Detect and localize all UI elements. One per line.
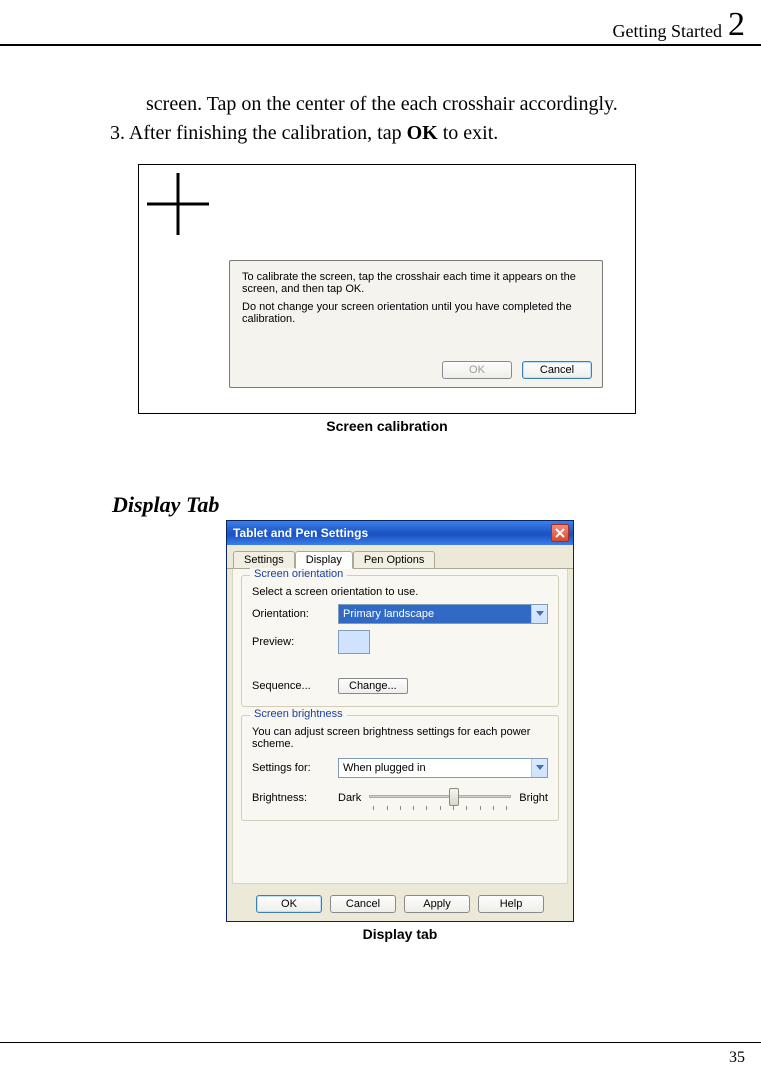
orientation-label: Orientation: <box>252 608 338 620</box>
ok-button[interactable]: OK <box>256 895 322 913</box>
settings-for-dropdown[interactable]: When plugged in <box>338 758 548 778</box>
dialog-title: Tablet and Pen Settings <box>233 526 368 540</box>
calibration-dialog: To calibrate the screen, tap the crossha… <box>229 260 603 388</box>
cancel-button[interactable]: Cancel <box>330 895 396 913</box>
step3-ok: OK <box>407 122 438 144</box>
apply-button[interactable]: Apply <box>404 895 470 913</box>
figure-2-wrap: Tablet and Pen Settings Settings Display… <box>226 520 574 942</box>
page-footer: 35 <box>0 1042 761 1067</box>
tab-strip: Settings Display Pen Options <box>227 545 573 569</box>
section-heading-display-tab: Display Tab <box>112 492 731 518</box>
ok-button[interactable]: OK <box>442 361 512 379</box>
help-button[interactable]: Help <box>478 895 544 913</box>
brightness-dark-label: Dark <box>338 792 361 804</box>
step3-suffix: to exit. <box>438 122 499 144</box>
preview-label: Preview: <box>252 636 338 648</box>
crosshair-icon <box>147 173 209 235</box>
tab-pen-options[interactable]: Pen Options <box>353 551 436 568</box>
step3-prefix: 3. After finishing the calibration, tap <box>110 122 407 144</box>
chevron-down-icon <box>531 605 547 623</box>
cancel-button[interactable]: Cancel <box>522 361 592 379</box>
group-screen-brightness: Screen brightness You can adjust screen … <box>241 715 559 821</box>
page-content: screen. Tap on the center of the each cr… <box>110 90 731 942</box>
dialog-button-row: OK Cancel Apply Help <box>227 889 573 921</box>
orientation-intro: Select a screen orientation to use. <box>252 586 548 598</box>
calib-text-1: To calibrate the screen, tap the crossha… <box>242 271 590 295</box>
group-title-brightness: Screen brightness <box>250 708 347 720</box>
sequence-label: Sequence... <box>252 680 338 692</box>
page-number: 35 <box>729 1049 745 1066</box>
brightness-slider[interactable] <box>369 788 511 808</box>
figure-2-caption: Display tab <box>226 926 574 942</box>
settings-for-label: Settings for: <box>252 762 338 774</box>
close-icon[interactable] <box>551 524 569 542</box>
group-title-orientation: Screen orientation <box>250 568 347 580</box>
tablet-pen-settings-dialog: Tablet and Pen Settings Settings Display… <box>226 520 574 922</box>
settings-for-value: When plugged in <box>343 762 426 774</box>
chapter-number: 2 <box>728 8 745 42</box>
tab-display[interactable]: Display <box>295 551 353 569</box>
figure-1-wrap: To calibrate the screen, tap the crossha… <box>138 164 636 434</box>
calibration-screenshot: To calibrate the screen, tap the crossha… <box>138 164 636 414</box>
change-button[interactable]: Change... <box>338 678 408 694</box>
step-3: 3. After finishing the calibration, tap … <box>110 119 731 148</box>
orientation-dropdown[interactable]: Primary landscape <box>338 604 548 624</box>
preview-thumbnail <box>338 630 370 654</box>
tab-body: Screen orientation Select a screen orien… <box>232 569 568 884</box>
slider-thumb[interactable] <box>449 788 459 806</box>
tab-settings[interactable]: Settings <box>233 551 295 568</box>
brightness-bright-label: Bright <box>519 792 548 804</box>
brightness-label: Brightness: <box>252 792 338 804</box>
page-header: Getting Started 2 <box>0 0 761 46</box>
chevron-down-icon <box>531 759 547 777</box>
body-cont-line: screen. Tap on the center of the each cr… <box>146 90 731 119</box>
group-screen-orientation: Screen orientation Select a screen orien… <box>241 575 559 707</box>
orientation-value: Primary landscape <box>343 608 434 620</box>
calib-text-2: Do not change your screen orientation un… <box>242 301 590 325</box>
figure-1-caption: Screen calibration <box>138 418 636 434</box>
chapter-title: Getting Started <box>613 21 722 42</box>
titlebar: Tablet and Pen Settings <box>227 521 573 545</box>
brightness-intro: You can adjust screen brightness setting… <box>252 726 548 750</box>
